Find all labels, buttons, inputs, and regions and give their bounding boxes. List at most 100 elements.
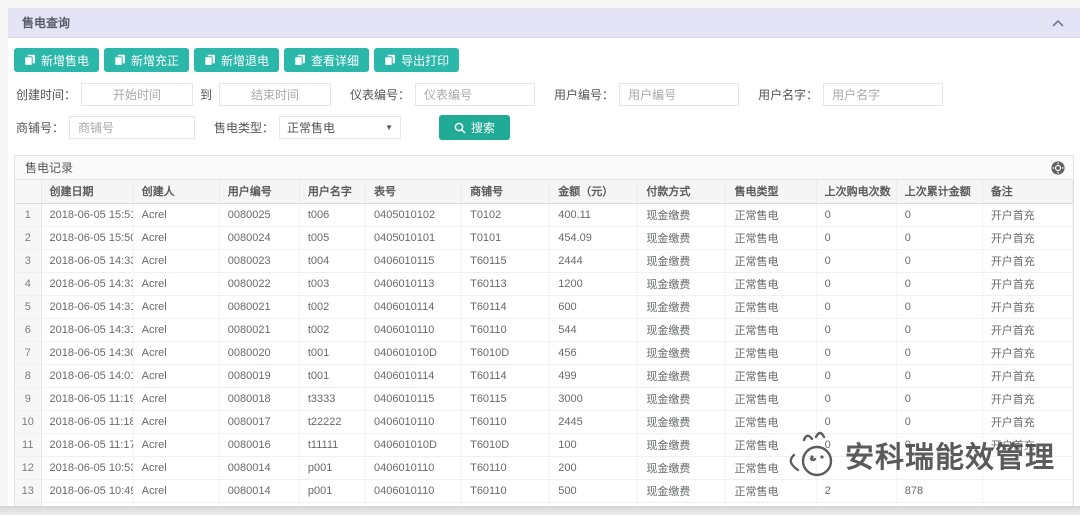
table-cell: T6010D: [462, 433, 550, 456]
table-cell: 0080014: [219, 479, 299, 502]
meter-no-input[interactable]: [415, 83, 535, 106]
table-cell: T0101: [462, 226, 550, 249]
copy-file-icon: [204, 54, 216, 66]
table-row[interactable]: 122018-06-05 10:53:0Acrel0080014p0010406…: [15, 456, 1073, 479]
table-cell: 2018-06-05 14:30:1: [41, 341, 133, 364]
table-cell: 现金缴费: [638, 456, 726, 479]
column-header[interactable]: 创建人: [133, 180, 219, 203]
table-row[interactable]: 12018-06-05 15:51:1Acrel0080025t00604050…: [15, 203, 1073, 226]
copy-file-icon: [24, 54, 36, 66]
column-header[interactable]: 表号: [365, 180, 461, 203]
end-time-input[interactable]: [219, 83, 331, 106]
add-refund-button[interactable]: 新增退电: [194, 48, 279, 72]
copy-file-icon: [294, 54, 306, 66]
table-cell: 0406010115: [365, 249, 461, 272]
table-cell: 3000: [550, 387, 638, 410]
table-cell: 正常售电: [726, 364, 816, 387]
table-cell: 2018-06-05 14:33:2: [41, 249, 133, 272]
sale-records-panel: 售电记录 创建日期创建人用户编号用户名字表号商铺号金额（元）付款方式售电类型上次…: [14, 155, 1074, 506]
table-cell: 0080017: [219, 410, 299, 433]
table-cell: 0080025: [219, 203, 299, 226]
to-label: 到: [200, 86, 212, 103]
table-cell: 现金缴费: [638, 341, 726, 364]
view-detail-button[interactable]: 查看详细: [284, 48, 369, 72]
add-recharge-correction-button[interactable]: 新增充正: [104, 48, 189, 72]
grid-settings-gear-icon[interactable]: [1051, 161, 1065, 175]
table-cell: 现金缴费: [638, 203, 726, 226]
table-cell: 现金缴费: [638, 364, 726, 387]
user-no-input[interactable]: [619, 83, 739, 106]
table-cell: 878: [896, 479, 982, 502]
table-cell: 2018-06-05 10:49:5: [41, 479, 133, 502]
table-cell: 0406010110: [365, 456, 461, 479]
shop-no-input[interactable]: [69, 116, 195, 139]
column-header[interactable]: 备注: [982, 180, 1072, 203]
table-row[interactable]: 112018-06-05 11:17:5Acrel0080016t1111104…: [15, 433, 1073, 456]
table-cell: Acrel: [133, 364, 219, 387]
table-row[interactable]: 62018-06-05 14:31:3Acrel0080021t00204060…: [15, 318, 1073, 341]
row-number: 6: [15, 318, 41, 341]
page-title: 售电查询: [22, 14, 70, 31]
table-row[interactable]: 92018-06-05 11:19:0Acrel0080018t33330406…: [15, 387, 1073, 410]
toolbar-button-label: 新增退电: [221, 52, 269, 69]
start-time-input[interactable]: [81, 83, 193, 106]
table-cell: 开户首充: [982, 249, 1072, 272]
table-row[interactable]: 132018-06-05 10:49:5Acrel0080014p0010406…: [15, 479, 1073, 502]
table-cell: 0405010102: [365, 203, 461, 226]
table-cell: 正常售电: [726, 226, 816, 249]
panel-header: 售电查询: [8, 8, 1080, 38]
column-header[interactable]: 上次购电次数: [816, 180, 896, 203]
table-cell: 开户首充: [982, 387, 1072, 410]
row-number: 3: [15, 249, 41, 272]
table-cell: 400.11: [550, 203, 638, 226]
search-button[interactable]: 搜索: [439, 115, 510, 140]
table-cell: t22222: [299, 410, 365, 433]
table-cell: 0406010114: [365, 364, 461, 387]
table-cell: T60115: [462, 249, 550, 272]
column-header[interactable]: 用户编号: [219, 180, 299, 203]
column-header[interactable]: 付款方式: [638, 180, 726, 203]
column-header[interactable]: 商铺号: [462, 180, 550, 203]
column-header[interactable]: 用户名字: [299, 180, 365, 203]
table-cell: 500: [550, 479, 638, 502]
table-row[interactable]: 102018-06-05 11:18:4Acrel0080017t2222204…: [15, 410, 1073, 433]
column-header[interactable]: 金额（元）: [550, 180, 638, 203]
table-row[interactable]: 22018-06-05 15:50:1Acrel0080024t00504050…: [15, 226, 1073, 249]
add-sale-button[interactable]: 新增售电: [14, 48, 99, 72]
user-name-label: 用户名字：: [758, 86, 818, 103]
table-cell: 0406010114: [365, 295, 461, 318]
row-number: 11: [15, 433, 41, 456]
table-cell: 0: [816, 272, 896, 295]
table-cell: 2018-06-05 14:31:3: [41, 318, 133, 341]
table-cell: 0080019: [219, 364, 299, 387]
table-cell: Acrel: [133, 456, 219, 479]
table-cell: 现金缴费: [638, 387, 726, 410]
table-cell: 0406010110: [365, 479, 461, 502]
user-name-input[interactable]: [823, 83, 943, 106]
table-row[interactable]: 42018-06-05 14:33:0Acrel0080022t00304060…: [15, 272, 1073, 295]
table-cell: t004: [299, 249, 365, 272]
row-number-header: [15, 180, 41, 203]
table-cell: 2018-06-05 14:31:3: [41, 295, 133, 318]
sale-type-select[interactable]: 正常售电 ▼: [279, 116, 401, 139]
table-cell: Acrel: [133, 479, 219, 502]
table-row[interactable]: 52018-06-05 14:31:3Acrel0080021t00204060…: [15, 295, 1073, 318]
table-cell: [982, 479, 1072, 502]
column-header[interactable]: 售电类型: [726, 180, 816, 203]
export-print-button[interactable]: 导出打印: [374, 48, 459, 72]
table-cell: 现金缴费: [638, 226, 726, 249]
table-cell: 2445: [550, 410, 638, 433]
table-row[interactable]: 32018-06-05 14:33:2Acrel0080023t00404060…: [15, 249, 1073, 272]
row-number: 1: [15, 203, 41, 226]
column-header[interactable]: 创建日期: [41, 180, 133, 203]
table-cell: 544: [550, 318, 638, 341]
search-button-label: 搜索: [471, 119, 495, 136]
table-row[interactable]: 72018-06-05 14:30:1Acrel0080020t00104060…: [15, 341, 1073, 364]
table-cell: t11111: [299, 433, 365, 456]
table-cell: 0080016: [219, 433, 299, 456]
filter-row-1: 创建时间： 到 仪表编号： 用户编号： 用户名字：: [16, 83, 1080, 106]
column-header[interactable]: 上次累计金额: [896, 180, 982, 203]
collapse-panel-icon[interactable]: [1052, 19, 1064, 27]
table-row[interactable]: 82018-06-05 14:01:3Acrel0080019t00104060…: [15, 364, 1073, 387]
table-cell: [982, 456, 1072, 479]
